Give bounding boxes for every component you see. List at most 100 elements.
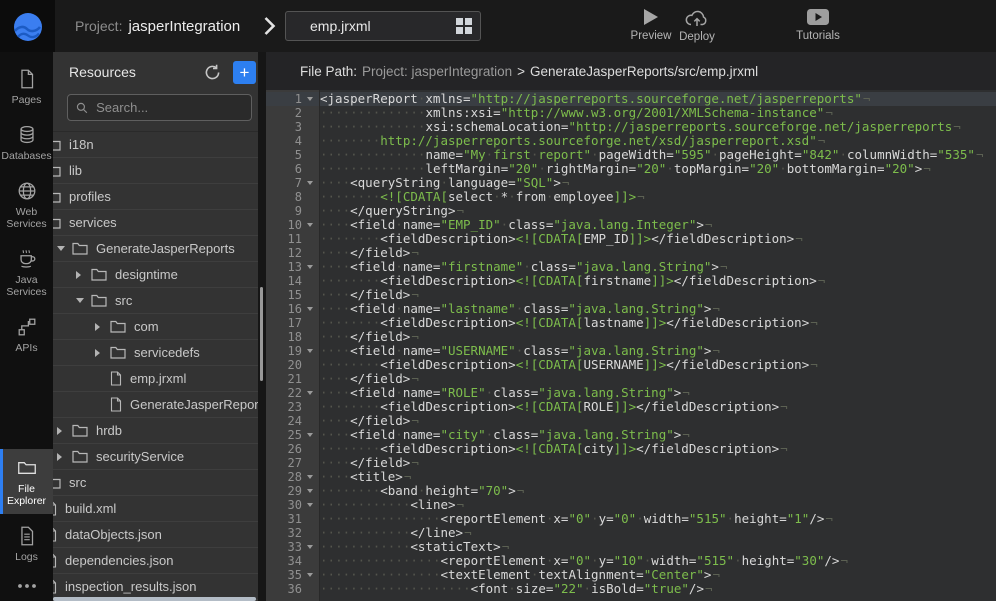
code-line[interactable]: <jasperReport·xmlns="http://jasperreport… — [320, 92, 996, 106]
code-line[interactable]: ··············leftMargin="20"·rightMargi… — [320, 162, 996, 176]
code-line[interactable]: ········<fieldDescription><![CDATA[ROLE]… — [320, 400, 996, 414]
code-line[interactable]: ········<fieldDescription><![CDATA[lastn… — [320, 316, 996, 330]
code-line[interactable]: ········<fieldDescription><![CDATA[EMP_I… — [320, 232, 996, 246]
resources-panel: Resources + i18nlibprofilesservicesGener… — [53, 52, 266, 601]
code-line[interactable]: ····</field>¬ — [320, 456, 996, 470]
search-input[interactable] — [94, 99, 243, 116]
fold-arrow-icon[interactable] — [302, 391, 318, 395]
chevron-down-icon[interactable] — [57, 246, 72, 251]
tree-item-hrdb[interactable]: hrdb — [53, 418, 266, 444]
code-line[interactable]: ········<fieldDescription><![CDATA[first… — [320, 274, 996, 288]
sidebar-item-more[interactable] — [0, 573, 53, 598]
code-line[interactable]: ················<textElement·textAlignme… — [320, 568, 996, 582]
fold-arrow-icon[interactable] — [302, 573, 318, 577]
tutorials-button[interactable]: Tutorials — [788, 8, 848, 42]
tree-item-services[interactable]: services — [53, 210, 266, 236]
refresh-icon[interactable] — [204, 64, 221, 81]
fold-arrow-icon[interactable] — [302, 489, 318, 493]
chevron-right-icon[interactable] — [57, 453, 72, 461]
vertical-scrollbar[interactable] — [258, 52, 266, 601]
code-line[interactable]: ················<reportElement·x="0"·y="… — [320, 554, 996, 568]
chevron-right-icon[interactable] — [76, 271, 91, 279]
code-line[interactable]: ····<field·name="lastname"·class="java.l… — [320, 302, 996, 316]
code-line[interactable]: ····</field>¬ — [320, 414, 996, 428]
tree-item-src[interactable]: src — [53, 288, 266, 314]
fold-arrow-icon[interactable] — [302, 349, 318, 353]
file-selector[interactable]: emp.jrxml — [285, 11, 481, 41]
chevron-right-icon[interactable] — [95, 323, 110, 331]
tree-item-emp-jrxml[interactable]: emp.jrxml — [53, 366, 266, 392]
grid-icon[interactable] — [456, 18, 472, 34]
tree-item-designtime[interactable]: designtime — [53, 262, 266, 288]
code-line[interactable]: ····<field·name="EMP_ID"·class="java.lan… — [320, 218, 996, 232]
fold-arrow-icon[interactable] — [302, 97, 318, 101]
tree-item-i18n[interactable]: i18n — [53, 132, 266, 158]
tree-item-lib[interactable]: lib — [53, 158, 266, 184]
sidebar-item-web-services[interactable]: Web Services — [0, 172, 53, 237]
code-line[interactable]: ··············xsi:schemaLocation="http:/… — [320, 120, 996, 134]
tree-item-dependencies-json[interactable]: dependencies.json — [53, 548, 266, 574]
deploy-button[interactable]: Deploy — [667, 8, 727, 43]
search-box[interactable] — [67, 94, 252, 121]
tree-item-generatejasperreports-s[interactable]: GenerateJasperReports.s — [53, 392, 266, 418]
sidebar-item-databases[interactable]: Databases — [0, 116, 53, 169]
code-line[interactable]: ··············name="My·first·report"·pag… — [320, 148, 996, 162]
fold-arrow-icon[interactable] — [302, 181, 318, 185]
code-line[interactable]: ····<queryString·language="SQL">¬ — [320, 176, 996, 190]
fold-arrow-icon[interactable] — [302, 265, 318, 269]
code-editor[interactable]: 1234567891011121314151617181920212223242… — [266, 90, 996, 601]
code-line[interactable]: ············<staticText>¬ — [320, 540, 996, 554]
code-line[interactable]: ················<reportElement·x="0"·y="… — [320, 512, 996, 526]
code-line[interactable]: ········<![CDATA[select·*·from·employee]… — [320, 190, 996, 204]
tree-item-servicedefs[interactable]: servicedefs — [53, 340, 266, 366]
code-line[interactable]: ····</queryString>¬ — [320, 204, 996, 218]
fold-arrow-icon[interactable] — [302, 503, 318, 507]
gutter-line: 22 — [266, 386, 319, 400]
sidebar-item-java-services[interactable]: Java Services — [0, 240, 53, 305]
fold-arrow-icon[interactable] — [302, 223, 318, 227]
code-line[interactable]: ····<field·name="city"·class="java.lang.… — [320, 428, 996, 442]
code-line[interactable]: ····<field·name="ROLE"·class="java.lang.… — [320, 386, 996, 400]
code-line[interactable]: ····<title>¬ — [320, 470, 996, 484]
code-line[interactable]: ····</field>¬ — [320, 288, 996, 302]
code-line[interactable]: ········<fieldDescription><![CDATA[city]… — [320, 442, 996, 456]
fold-arrow-icon[interactable] — [302, 545, 318, 549]
code-line[interactable]: ····<field·name="USERNAME"·class="java.l… — [320, 344, 996, 358]
code-line[interactable]: ····················<font·size="22"·isBo… — [320, 582, 996, 596]
fold-arrow-icon[interactable] — [302, 307, 318, 311]
add-resource-button[interactable]: + — [233, 61, 256, 84]
vertical-scrollbar-thumb[interactable] — [260, 287, 263, 381]
chevron-right-icon[interactable] — [57, 427, 72, 435]
chevron-right-icon[interactable] — [95, 349, 110, 357]
sidebar-item-apis[interactable]: APIs — [0, 308, 53, 361]
sidebar-item-file-explorer[interactable]: File Explorer — [0, 449, 53, 514]
code-line[interactable]: ····</field>¬ — [320, 330, 996, 344]
horizontal-scrollbar-thumb[interactable] — [53, 597, 256, 601]
code-line[interactable]: ········<band·height="70">¬ — [320, 484, 996, 498]
tree-item-com[interactable]: com — [53, 314, 266, 340]
code-line[interactable]: ····</field>¬ — [320, 246, 996, 260]
code-content[interactable]: <jasperReport·xmlns="http://jasperreport… — [320, 90, 996, 601]
chevron-down-icon[interactable] — [76, 298, 91, 303]
tree-item-dataobjects-json[interactable]: dataObjects.json — [53, 522, 266, 548]
sidebar-item-logs[interactable]: Logs — [0, 517, 53, 570]
code-line[interactable]: ········http://jasperreports.sourceforge… — [320, 134, 996, 148]
tree-item-build-xml[interactable]: build.xml — [53, 496, 266, 522]
fold-arrow-icon[interactable] — [302, 433, 318, 437]
tree-item-profiles[interactable]: profiles — [53, 184, 266, 210]
tree-item-securityservice[interactable]: securityService — [53, 444, 266, 470]
logo[interactable] — [0, 0, 55, 52]
code-line[interactable]: ····<field·name="firstname"·class="java.… — [320, 260, 996, 274]
gutter-line: 16 — [266, 302, 319, 316]
sidebar-item-pages[interactable]: Pages — [0, 60, 53, 113]
code-line[interactable]: ············<line>¬ — [320, 498, 996, 512]
code-line[interactable]: ····</field>¬ — [320, 372, 996, 386]
code-line[interactable]: ········<fieldDescription><![CDATA[USERN… — [320, 358, 996, 372]
horizontal-scrollbar[interactable] — [53, 596, 258, 601]
code-line[interactable]: ··············xmlns:xsi="http://www.w3.o… — [320, 106, 996, 120]
line-number: 18 — [266, 330, 302, 344]
code-line[interactable]: ············</line>¬ — [320, 526, 996, 540]
tree-item-generatejasperreports[interactable]: GenerateJasperReports — [53, 236, 266, 262]
fold-arrow-icon[interactable] — [302, 475, 318, 479]
tree-item-src[interactable]: src — [53, 470, 266, 496]
